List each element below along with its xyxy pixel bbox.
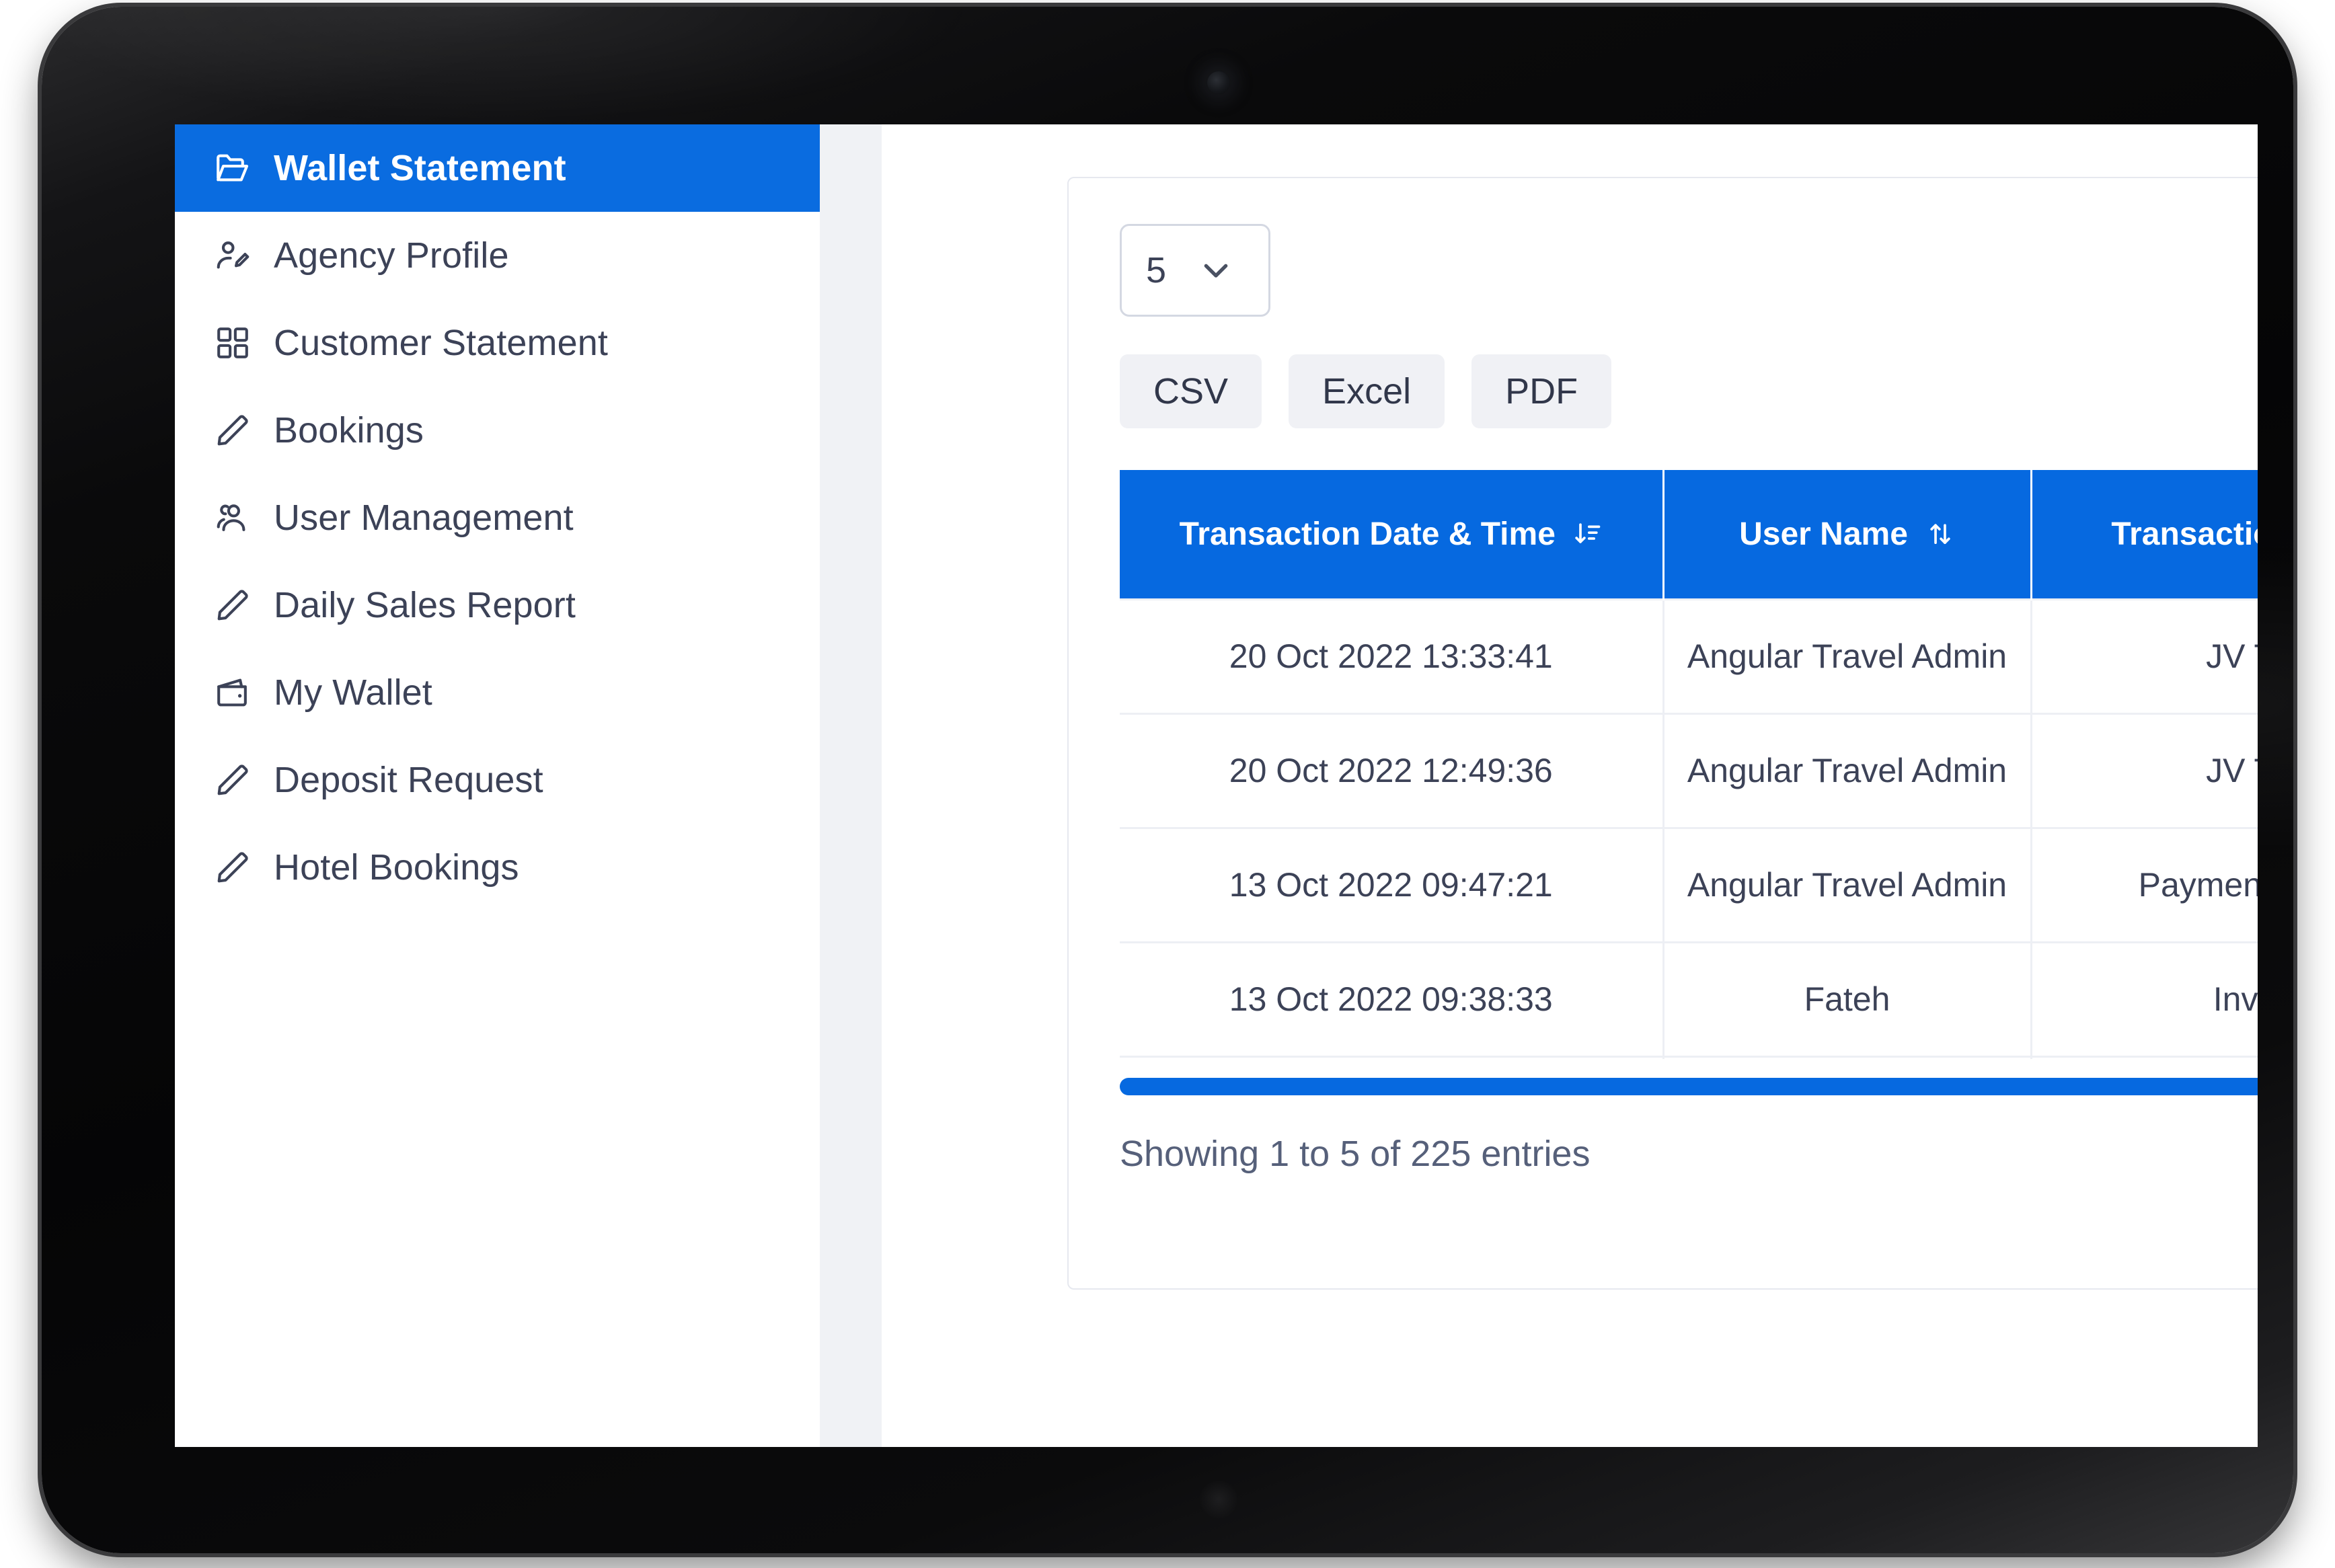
- folder-open-icon: [212, 147, 254, 189]
- main-content-area: 5 CSV Excel PDF Transaction Date & Time …: [882, 124, 2258, 1447]
- cell-user-name: Fateh: [1663, 942, 2032, 1058]
- home-indicator: [1200, 1481, 1237, 1518]
- cell-transaction-date-time: 13 Oct 2022 09:38:33: [1120, 942, 1664, 1058]
- sidebar-item-label: Wallet Statement: [274, 148, 566, 188]
- wallet-statement-card: 5 CSV Excel PDF Transaction Date & Time …: [1067, 177, 2258, 1290]
- page-length-select[interactable]: 5: [1120, 224, 1270, 317]
- column-header-transaction-type[interactable]: Transaction Type: [2031, 470, 2258, 599]
- pencil-icon: [212, 847, 254, 888]
- cell-transaction-type: Invoice: [2031, 1056, 2258, 1059]
- cell-transaction-type: JV Type: [2031, 713, 2258, 829]
- sidebar-item-label: User Management: [274, 498, 574, 538]
- export-pdf-button[interactable]: PDF: [1471, 354, 1612, 428]
- grid-squares-icon: [212, 322, 254, 364]
- sidebar-item-agency-profile[interactable]: Agency Profile: [175, 212, 820, 299]
- page-length-value: 5: [1146, 250, 1167, 290]
- column-header-transaction-date-time[interactable]: Transaction Date & Time: [1120, 470, 1664, 599]
- table-body: 20 Oct 2022 13:33:41 Angular Travel Admi…: [1120, 598, 2258, 1059]
- horizontal-scrollbar-track[interactable]: [1120, 1078, 2258, 1095]
- wallet-icon: [212, 672, 254, 713]
- cell-user-name: Angular Travel Admin: [1663, 598, 2032, 715]
- sidebar-item-customer-statement[interactable]: Customer Statement: [175, 299, 820, 387]
- column-header-label: Transaction Date & Time: [1179, 516, 1556, 552]
- sidebar-navigation: Wallet Statement Agency Profile Customer…: [175, 124, 820, 1447]
- cell-transaction-type: JV Type: [2031, 598, 2258, 715]
- pencil-icon: [212, 409, 254, 451]
- sidebar-item-wallet-statement[interactable]: Wallet Statement: [175, 124, 820, 212]
- sidebar-item-label: Agency Profile: [274, 235, 509, 276]
- table-row[interactable]: 20 Oct 2022 12:49:36 Angular Travel Admi…: [1120, 713, 2258, 829]
- cell-transaction-type: Payment Receipt: [2031, 828, 2258, 943]
- column-header-user-name[interactable]: User Name: [1663, 470, 2032, 599]
- sidebar-item-label: Daily Sales Report: [274, 585, 576, 625]
- sidebar-item-my-wallet[interactable]: My Wallet: [175, 649, 820, 736]
- horizontal-scrollbar-thumb[interactable]: [1120, 1078, 2258, 1095]
- table-scroll-container: Transaction Date & Time User Name Transa…: [1120, 470, 2258, 1059]
- app-screen: Wallet Statement Agency Profile Customer…: [175, 124, 2258, 1447]
- cell-user-name: Angular Travel Admin: [1663, 828, 2032, 943]
- cell-user-name: Angular Travel Admin: [1663, 713, 2032, 829]
- users-icon: [212, 497, 254, 539]
- cell-transaction-type: Invoice: [2031, 942, 2258, 1058]
- table-row[interactable]: 13 Oct 2022 09:38:33 Fateh Invoice: [1120, 942, 2258, 1058]
- cell-transaction-date-time: 13 Oct 2022 08:09:25: [1120, 1056, 1664, 1059]
- sidebar-item-deposit-request[interactable]: Deposit Request: [175, 736, 820, 824]
- sidebar-item-user-management[interactable]: User Management: [175, 474, 820, 561]
- sidebar-item-bookings[interactable]: Bookings: [175, 387, 820, 474]
- column-header-label: Transaction Type: [2111, 516, 2258, 552]
- table-row[interactable]: 20 Oct 2022 13:33:41 Angular Travel Admi…: [1120, 598, 2258, 715]
- sidebar-item-label: Hotel Bookings: [274, 847, 519, 888]
- sort-descending-icon: [1573, 519, 1603, 549]
- sidebar-item-label: Customer Statement: [274, 323, 609, 363]
- sidebar-item-hotel-bookings[interactable]: Hotel Bookings: [175, 824, 820, 911]
- table-header: Transaction Date & Time User Name Transa…: [1120, 470, 2258, 599]
- cell-user-name: Fateh: [1663, 1056, 2032, 1059]
- sidebar-item-label: Deposit Request: [274, 760, 543, 800]
- sidebar-item-daily-sales-report[interactable]: Daily Sales Report: [175, 561, 820, 649]
- sidebar-item-label: Bookings: [274, 410, 424, 450]
- showing-entries-text: Showing 1 to 5 of 225 entries: [1120, 1134, 1591, 1174]
- cell-transaction-date-time: 13 Oct 2022 09:47:21: [1120, 828, 1664, 943]
- sidebar-item-label: My Wallet: [274, 672, 432, 713]
- export-excel-button[interactable]: Excel: [1289, 354, 1445, 428]
- pencil-icon: [212, 759, 254, 801]
- cell-transaction-date-time: 20 Oct 2022 12:49:36: [1120, 713, 1664, 829]
- column-header-label: User Name: [1739, 516, 1908, 552]
- table-header-row: Transaction Date & Time User Name Transa…: [1120, 470, 2258, 599]
- table-row[interactable]: 13 Oct 2022 08:09:25 Fateh Invoice: [1120, 1056, 2258, 1059]
- sort-unsorted-icon: [1925, 519, 1955, 549]
- user-edit-icon: [212, 235, 254, 276]
- front-camera-icon: [1207, 71, 1230, 94]
- cell-transaction-date-time: 20 Oct 2022 13:33:41: [1120, 598, 1664, 715]
- export-buttons-group: CSV Excel PDF: [1120, 354, 1612, 428]
- export-csv-button[interactable]: CSV: [1120, 354, 1262, 428]
- wallet-statement-table: Transaction Date & Time User Name Transa…: [1120, 470, 2258, 1059]
- tablet-device-frame: Wallet Statement Agency Profile Customer…: [42, 7, 2293, 1553]
- table-row[interactable]: 13 Oct 2022 09:47:21 Angular Travel Admi…: [1120, 828, 2258, 943]
- pencil-icon: [212, 584, 254, 626]
- chevron-down-icon: [1194, 249, 1237, 292]
